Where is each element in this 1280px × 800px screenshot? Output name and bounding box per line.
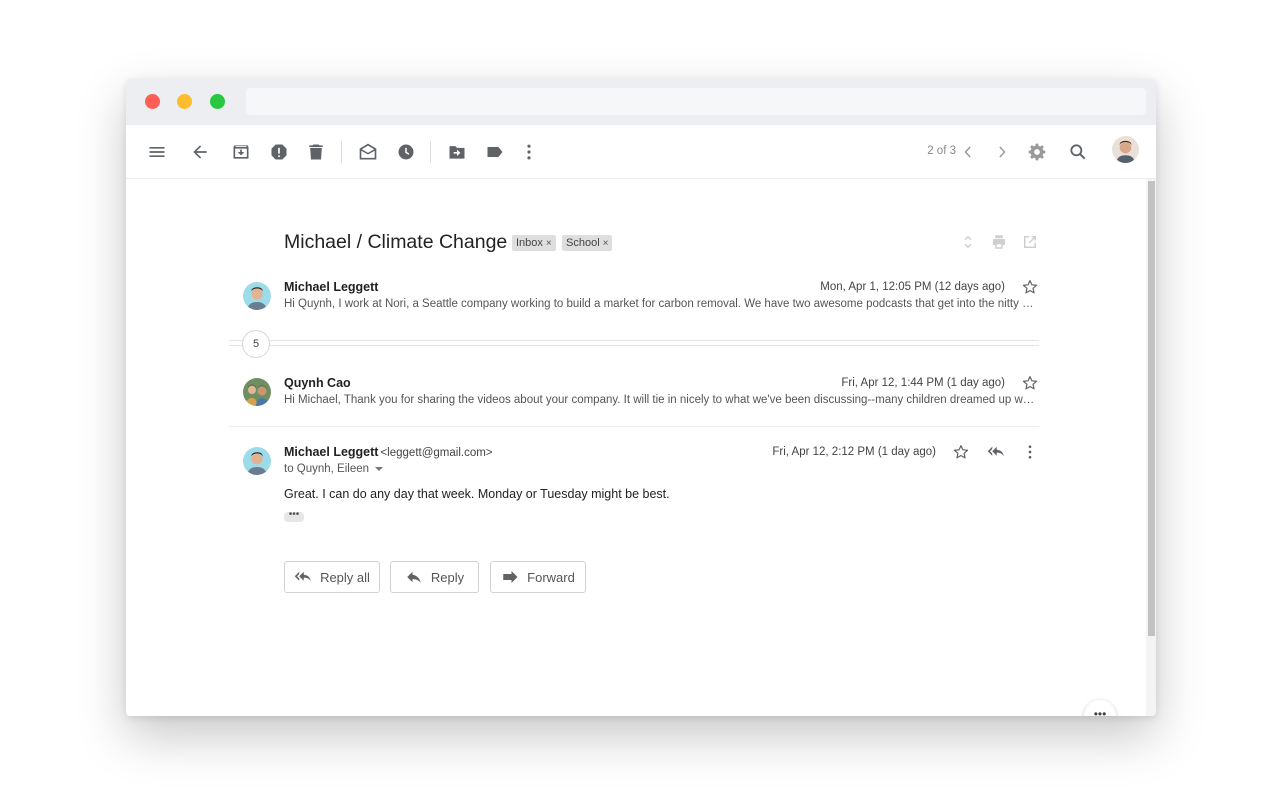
label-chip-text: School [566,237,600,249]
message-date: Fri, Apr 12, 1:44 PM (1 day ago) [841,377,1005,389]
pager-text: 2 of 3 [927,145,956,157]
recipients-dropdown[interactable]: to Quynh, Eileen [284,463,384,475]
remove-label-icon[interactable]: × [546,238,552,249]
chevron-left-icon[interactable] [958,142,978,162]
address-bar[interactable] [246,88,1146,115]
close-window-button[interactable] [145,94,160,109]
thread-subject: Michael / Climate Change [284,231,508,253]
more-options-button[interactable]: ••• [1084,700,1116,716]
toolbar-separator [341,141,342,163]
label-chip-inbox[interactable]: Inbox × [512,235,556,251]
remove-label-icon[interactable]: × [603,238,609,249]
scrollbar-thumb[interactable] [1148,181,1155,636]
move-to-icon[interactable] [447,142,467,162]
star-icon[interactable] [1021,278,1039,296]
star-icon[interactable] [952,443,970,461]
report-spam-icon[interactable] [269,142,289,162]
toolbar-separator [430,141,431,163]
mark-unread-icon[interactable] [358,142,378,162]
mail-toolbar: 2 of 3 [126,125,1156,179]
message-date: Mon, Apr 1, 12:05 PM (12 days ago) [820,281,1005,293]
collapsed-messages-count[interactable]: 5 [242,330,270,358]
sender-avatar[interactable] [243,378,271,406]
expand-collapse-icon[interactable] [959,233,977,251]
chevron-right-icon[interactable] [992,142,1012,162]
reply-button[interactable]: Reply [390,561,479,593]
maximize-window-button[interactable] [210,94,225,109]
print-icon[interactable] [990,233,1008,251]
star-icon[interactable] [1021,374,1039,392]
message-body: Great. I can do any day that week. Monda… [284,487,670,501]
reply-all-button[interactable]: Reply all [284,561,380,593]
browser-window: 2 of 3 Michael / Climate Change Inbox × S… [126,79,1156,716]
open-in-new-window-icon[interactable] [1021,233,1039,251]
label-chip-school[interactable]: School × [562,235,613,251]
settings-gear-icon[interactable] [1027,142,1047,162]
recipients-text: to Quynh, Eileen [284,463,370,475]
account-avatar[interactable] [1112,136,1139,163]
search-icon[interactable] [1068,142,1088,162]
reply-icon [407,571,421,583]
minimize-window-button[interactable] [177,94,192,109]
snooze-icon[interactable] [396,142,416,162]
sender-name: Michael Leggett <leggett@gmail.com> [284,445,493,459]
message-snippet[interactable]: Hi Quynh, I work at Nori, a Seattle comp… [284,298,1038,310]
more-vertical-icon[interactable] [519,142,539,162]
menu-icon[interactable] [147,142,167,162]
thread-view: Michael / Climate Change Inbox × School × … [126,179,1146,716]
sender-avatar[interactable] [243,282,271,310]
reply-all-icon [294,571,311,582]
sender-avatar[interactable] [243,447,271,475]
message-date: Fri, Apr 12, 2:12 PM (1 day ago) [772,446,936,458]
label-chip-text: Inbox [516,237,543,249]
more-vertical-icon[interactable] [1021,443,1039,461]
reply-all-label: Reply all [320,569,370,585]
reply-label: Reply [430,569,465,585]
forward-button[interactable]: Forward [490,561,586,593]
reply-all-icon[interactable] [987,443,1005,461]
back-arrow-icon[interactable] [190,142,210,162]
forward-icon [503,571,518,583]
window-titlebar [126,79,1156,125]
label-icon[interactable] [485,142,505,162]
show-trimmed-content-button[interactable]: ••• [284,510,304,522]
sender-name-text: Michael Leggett [284,445,379,459]
archive-icon[interactable] [231,142,251,162]
sender-email: <leggett@gmail.com> [380,447,493,459]
scrollbar[interactable] [1146,179,1156,716]
message-divider [229,426,1039,427]
forward-label: Forward [527,569,575,585]
chevron-down-icon [375,466,384,471]
message-snippet[interactable]: Hi Michael, Thank you for sharing the vi… [284,394,1038,406]
sender-name: Michael Leggett [284,280,379,294]
delete-icon[interactable] [306,142,326,162]
sender-name: Quynh Cao [284,376,351,390]
collapsed-messages-bar[interactable] [229,340,1039,346]
